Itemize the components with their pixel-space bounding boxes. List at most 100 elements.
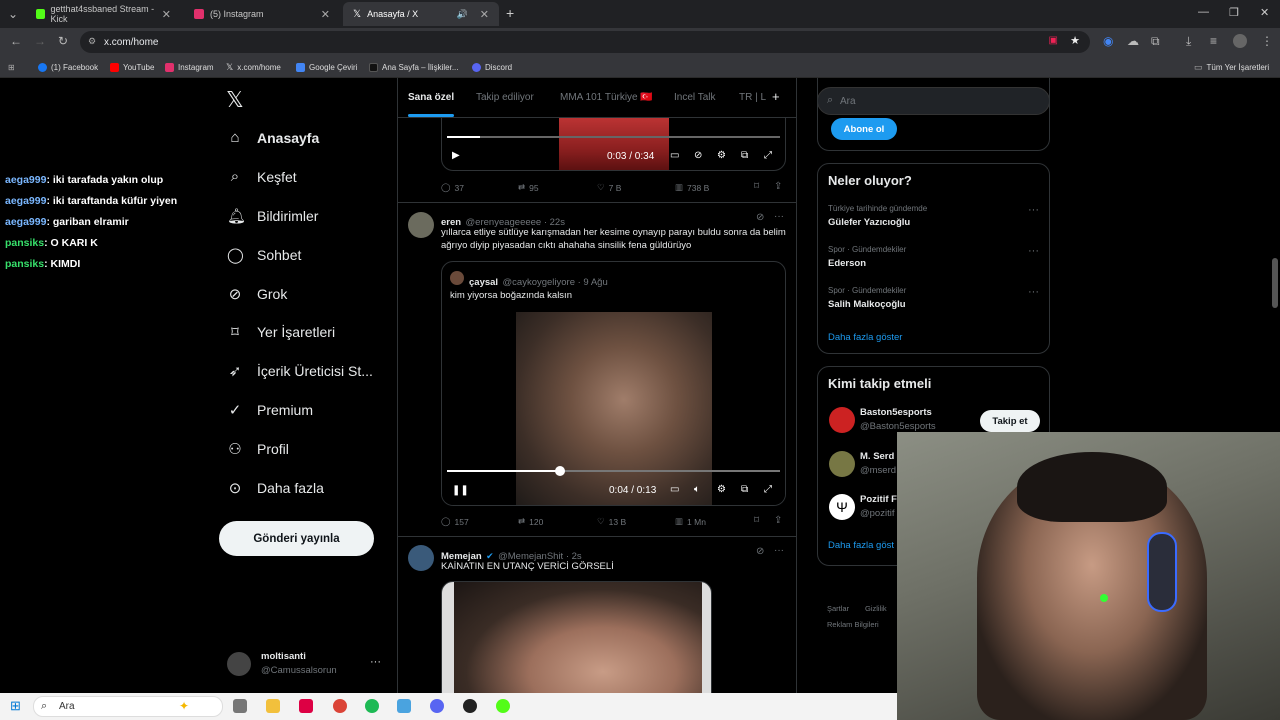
trend-item[interactable]: Gülefer Yazıcıoğlu [828,217,910,228]
new-tab-icon[interactable]: + [506,5,514,21]
follow-name[interactable]: Baston5esports [860,407,932,418]
follow-name[interactable]: M. Serd [860,451,894,462]
fullscreen-icon[interactable]: ⤢ [764,150,772,161]
windows-start-icon[interactable]: ⊞ [10,698,21,714]
footer-link[interactable]: Reklam Bilgileri [827,620,879,629]
download-icon[interactable]: ⤓ [1186,34,1191,49]
avatar[interactable] [408,212,434,238]
bookmark-star-icon[interactable]: ★ [1070,34,1080,47]
bookmark-discord[interactable]: Discord [472,60,512,74]
trend-item[interactable]: Ederson [828,258,866,269]
fullscreen-icon[interactable]: ⤢ [764,484,772,495]
settings-icon[interactable]: ⚙ [717,150,726,161]
nav-premium[interactable]: ✓ Premium [227,401,313,419]
bookmark-icon[interactable]: ⌑ [754,515,759,526]
nav-explore[interactable]: ⌕ Keşfet [227,168,297,185]
nav-notifications[interactable]: 🔔︎ Bildirimler [227,207,318,225]
volume-icon[interactable]: 🔈︎ [694,484,700,495]
tab-tr[interactable]: TR | L [739,92,766,103]
back-icon[interactable]: ← [10,34,22,48]
subscribe-button[interactable]: Abone ol [831,118,897,140]
like-count[interactable]: ♡ 13 B [597,516,626,527]
all-bookmarks[interactable]: ▭ Tüm Yer İşaretleri [1194,60,1269,74]
address-bar[interactable]: ⚙ x.com/home ▣ ★ [80,31,1090,53]
footer-link[interactable]: Gizlilik [865,604,887,613]
tab-instagram[interactable]: (5) Instagram ✕ [184,2,340,26]
video-player[interactable]: ❚❚ 0:04 / 0:13 ▭ 🔈︎ ⚙ ⧉ ⤢ [442,312,785,505]
bookmark-youtube[interactable]: YouTube [110,60,154,74]
grok-icon[interactable]: ⊘ [756,546,764,557]
close-icon[interactable]: ✕ [162,8,171,21]
taskbar-search[interactable]: ⌕ Ara ✦ [33,696,223,717]
file-explorer-icon[interactable] [266,699,280,713]
view-count[interactable]: ▥ 1 Mn [675,516,706,527]
pip-icon[interactable]: ⧉ [741,484,748,495]
repost-count[interactable]: ⇄ 120 [518,516,543,527]
reply-count[interactable]: ◯ 157 [441,516,469,527]
more-dots-icon[interactable]: ··· [370,656,381,668]
reply-count[interactable]: ◯ 37 [441,182,464,193]
window-close-icon[interactable]: ✕ [1260,6,1269,19]
restore-icon[interactable]: ❐ [1229,6,1239,19]
more-dots-icon[interactable]: ··· [774,545,784,556]
video-progress-track[interactable] [447,466,780,476]
avatar[interactable] [227,652,251,676]
nav-more[interactable]: ⊙ Daha fazla [227,479,324,497]
avatar[interactable]: Ψ [829,494,855,520]
captions-icon[interactable]: ▭ [670,150,679,161]
forward-icon[interactable]: → [34,34,46,48]
pip-icon[interactable]: ⧉ [741,150,748,161]
pause-icon[interactable]: ❚❚ [452,485,469,496]
bookmark-x[interactable]: 𝕏x.com/home [226,60,281,74]
tab-x[interactable]: 𝕏 Anasayfa / X 🔊 ✕ [343,2,499,26]
reload-icon[interactable]: ↻ [58,34,68,48]
trend-item[interactable]: Salih Malkoçoğlu [828,299,906,310]
task-view-icon[interactable] [233,699,247,713]
nav-grok[interactable]: ⊘ Grok [227,285,288,303]
nav-creator-studio[interactable]: ➶ İçerik Üreticisi St... [227,362,373,380]
minimize-icon[interactable]: — [1198,6,1209,18]
tab-kick[interactable]: getthat4ssbaned Stream - Kick ✕ [26,2,181,26]
extensions-puzzle-icon[interactable]: ⧉ [1151,34,1160,49]
like-count[interactable]: ♡ 7 B [597,182,621,193]
tab-incel-talk[interactable]: Incel Talk [674,92,716,103]
more-dots-icon[interactable]: ··· [1028,204,1039,216]
bookmark-google-translate[interactable]: Google Çeviri [296,60,357,74]
video-progress-track[interactable] [447,136,780,138]
avatar[interactable] [829,407,855,433]
app-icon[interactable] [496,699,510,713]
share-icon[interactable]: ⇪ [774,515,782,526]
avatar[interactable] [829,451,855,477]
more-dots-icon[interactable]: ··· [1028,286,1039,298]
profile-avatar[interactable] [1233,34,1247,48]
footer-link[interactable]: Şartlar [827,604,849,613]
view-count[interactable]: ▥ 738 B [675,182,709,193]
obs-icon[interactable] [463,699,477,713]
play-icon[interactable]: ▶ [452,150,460,161]
close-icon[interactable]: ✕ [321,8,330,21]
settings-app-icon[interactable] [397,699,411,713]
tweet-image[interactable] [441,581,712,698]
app-icon[interactable] [299,699,313,713]
repost-count[interactable]: ⇄ 95 [518,182,539,193]
scrollbar-thumb[interactable] [1272,258,1278,308]
extension-icon[interactable]: ▣ [1049,35,1058,46]
video-player[interactable]: ▶ 0:03 / 0:34 ▭ ⊘ ⚙ ⧉ ⤢ [441,118,786,171]
quote-tweet[interactable]: çaysal @caykoygeliyore · 9 Ağu kim yiyor… [441,261,786,506]
media-icon[interactable]: ≡ [1210,34,1217,48]
captions-icon[interactable]: ▭ [670,484,679,495]
spotify-icon[interactable] [365,699,379,713]
tab-mma101[interactable]: MMA 101 Türkiye 🇹🇷 [560,92,653,103]
nav-profile[interactable]: ⚇ Profil [227,440,289,458]
chrome-icon[interactable] [333,699,347,713]
menu-icon[interactable]: ⋮ [1261,34,1273,48]
speaker-icon[interactable]: 🔊 [457,9,468,20]
bookmark-facebook[interactable]: (1) Facebook [38,60,98,74]
apps-icon[interactable]: ⊞ [8,60,15,74]
nav-home[interactable]: ⌂ Anasayfa [227,129,319,146]
show-more-link[interactable]: Daha fazla göst [828,540,894,551]
bookmark-ana-sayfa[interactable]: Ana Sayfa – İlişkiler... [369,60,458,74]
follow-button[interactable]: Takip et [980,410,1040,432]
discord-icon[interactable] [430,699,444,713]
share-icon[interactable]: ⇪ [774,181,782,192]
